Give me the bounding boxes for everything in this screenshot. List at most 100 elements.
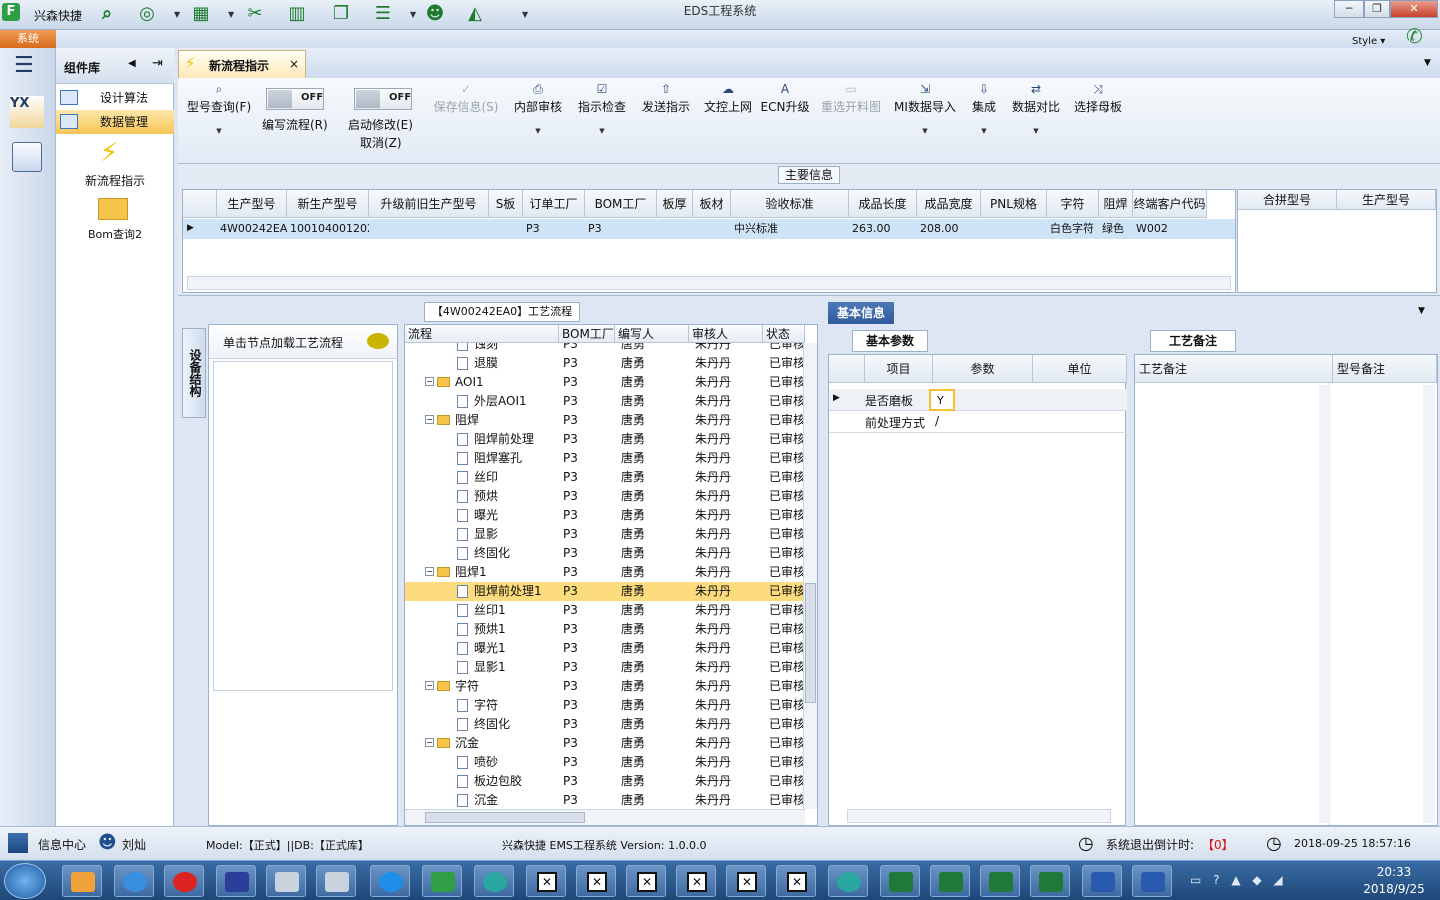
collapse-left-icon[interactable]: ◀ — [128, 58, 136, 69]
taskbar-app[interactable] — [62, 865, 102, 897]
tree-row[interactable]: 丝印1 P3 唐勇 朱丹丹 已审核 — [405, 601, 805, 620]
lightning-icon[interactable]: ⚡ — [100, 138, 118, 168]
tree-node[interactable]: 显影 — [457, 525, 555, 544]
save-info-button[interactable]: ✓ 保存信息(S) — [430, 82, 502, 115]
params-col-param[interactable]: 参数 — [933, 355, 1033, 383]
tree-node[interactable]: − 字符 — [425, 677, 555, 696]
main-col-12[interactable]: 字符 — [1047, 190, 1099, 218]
folder-icon[interactable] — [98, 198, 128, 220]
tree-node[interactable]: 预烘 — [457, 487, 555, 506]
taskbar-app[interactable] — [1082, 865, 1122, 897]
tree-row[interactable]: 曝光1 P3 唐勇 朱丹丹 已审核 — [405, 639, 805, 658]
tree-node[interactable]: − 阻焊1 — [425, 563, 555, 582]
collapse-icon[interactable]: − — [425, 377, 434, 386]
taskbar-app[interactable]: ✕ — [726, 865, 766, 897]
pin-icon[interactable]: ⇥ — [152, 56, 163, 71]
taskbar-app[interactable] — [370, 865, 410, 897]
tab-new-process[interactable]: ⚡ 新流程指示 × — [178, 50, 306, 78]
tree-node[interactable]: 预烘1 — [457, 620, 555, 639]
tree-row[interactable]: − 字符 P3 唐勇 朱丹丹 已审核 — [405, 677, 805, 696]
main-cell-5[interactable]: P3 — [585, 219, 657, 239]
merge-col-0[interactable]: 合拼型号 — [1238, 190, 1337, 210]
tree-node[interactable]: − 阻焊 — [425, 411, 555, 430]
tree-row[interactable]: 显影 P3 唐勇 朱丹丹 已审核 — [405, 525, 805, 544]
main-cell-12[interactable]: 白色字符 — [1047, 219, 1099, 239]
query-button[interactable]: ⌕ 型号查询(F) ▼ — [184, 82, 254, 135]
minimize-button[interactable]: ─ — [1334, 0, 1364, 18]
taskbar-app[interactable] — [474, 865, 514, 897]
tree-node[interactable]: 沉金 — [457, 791, 555, 809]
tree-node[interactable]: 阻焊前处理1 — [457, 582, 555, 601]
main-cell-1[interactable]: 10010400120276 — [287, 219, 369, 239]
ecn-upgrade-button[interactable]: A ECN升级 — [760, 82, 810, 115]
main-cell-6[interactable] — [657, 219, 693, 239]
tree-node[interactable]: 阻焊前处理 — [457, 430, 555, 449]
tree-row[interactable]: − 沉金 P3 唐勇 朱丹丹 已审核 — [405, 734, 805, 753]
tree-col-process[interactable]: 流程 — [405, 325, 559, 343]
model-notes-area[interactable] — [1333, 383, 1437, 825]
calculator-icon[interactable] — [12, 142, 42, 172]
taskbar-app[interactable] — [316, 865, 356, 897]
main-cell-3[interactable] — [489, 219, 523, 239]
tree-vertical-scrollbar[interactable] — [803, 343, 817, 809]
param-value[interactable]: / — [935, 414, 939, 428]
collapse-icon[interactable]: − — [425, 415, 434, 424]
scroll-thumb[interactable] — [805, 583, 816, 703]
main-cell-7[interactable] — [693, 219, 731, 239]
tree-node[interactable]: − 沉金 — [425, 734, 555, 753]
tree-horizontal-scrollbar[interactable] — [405, 809, 805, 825]
tree-row[interactable]: 显影1 P3 唐勇 朱丹丹 已审核 — [405, 658, 805, 677]
main-col-2[interactable]: 升级前旧生产型号 — [369, 190, 489, 218]
reselect-cutting-button[interactable]: ▭ 重选开料图 — [818, 82, 884, 115]
tree-node[interactable]: 曝光1 — [457, 639, 555, 658]
write-process-toggle[interactable]: OFF — [266, 88, 324, 110]
params-horizontal-scrollbar[interactable] — [847, 809, 1111, 823]
collapse-icon[interactable]: − — [425, 567, 434, 576]
internal-review-button[interactable]: ⎙ 内部审核 ▼ — [510, 82, 566, 135]
main-col-13[interactable]: 阻焊 — [1099, 190, 1133, 218]
select-mother-board-button[interactable]: ⤨ 选择母板 — [1070, 82, 1126, 115]
close-button[interactable]: ✕ — [1390, 0, 1438, 18]
taskbar-app[interactable] — [828, 865, 868, 897]
tree-row[interactable]: 喷砂 P3 唐勇 朱丹丹 已审核 — [405, 753, 805, 772]
grid-icon[interactable] — [8, 833, 28, 853]
comp-item-design-algorithm[interactable]: 设计算法 — [56, 86, 174, 110]
tree-row[interactable]: 沉金 P3 唐勇 朱丹丹 已审核 — [405, 791, 805, 809]
tree-row[interactable]: 预烘 P3 唐勇 朱丹丹 已审核 — [405, 487, 805, 506]
taskbar-app[interactable] — [1132, 865, 1172, 897]
modify-toggle[interactable]: OFF — [354, 88, 412, 110]
main-col-4[interactable]: 订单工厂 — [523, 190, 585, 218]
tree-row[interactable]: 蚀刻 P3 唐勇 朱丹丹 已审核 — [405, 343, 805, 354]
tree-node[interactable]: 字符 — [457, 696, 555, 715]
main-col-5[interactable]: BOM工厂 — [585, 190, 657, 218]
main-cell-14[interactable]: W002 — [1133, 219, 1207, 239]
comp-item-data-management[interactable]: 数据管理 — [56, 110, 174, 134]
tree-col-status[interactable]: 状态 — [763, 325, 805, 343]
notes-col-process[interactable]: 工艺备注 — [1135, 355, 1333, 383]
taskbar-app[interactable] — [930, 865, 970, 897]
main-cell-13[interactable]: 绿色 — [1099, 219, 1133, 239]
tree-row[interactable]: 退膜 P3 唐勇 朱丹丹 已审核 — [405, 354, 805, 373]
tab-close-button[interactable]: × — [289, 57, 299, 71]
tab-basic-info[interactable]: 基本信息 — [828, 302, 894, 324]
integrate-button[interactable]: ⇩ 集成 ▼ — [964, 82, 1004, 135]
start-button[interactable] — [4, 863, 46, 899]
main-col-9[interactable]: 成品长度 — [849, 190, 917, 218]
main-col-3[interactable]: S板 — [489, 190, 523, 218]
main-cell-11[interactable] — [981, 219, 1047, 239]
taskbar-app[interactable]: ✕ — [776, 865, 816, 897]
taskbar-app[interactable] — [1030, 865, 1070, 897]
params-col-item[interactable]: 项目 — [865, 355, 933, 383]
style-menu[interactable]: Style ▾ — [1352, 36, 1385, 47]
tree-row[interactable]: 字符 P3 唐勇 朱丹丹 已审核 — [405, 696, 805, 715]
main-cell-4[interactable]: P3 — [523, 219, 585, 239]
tree-row[interactable]: − 阻焊1 P3 唐勇 朱丹丹 已审核 — [405, 563, 805, 582]
param-value-input[interactable]: Y — [929, 389, 955, 411]
system-tab[interactable]: 系统 — [0, 30, 56, 48]
taskbar-time[interactable]: 20:33 — [1352, 865, 1436, 879]
tree-node[interactable]: 曝光 — [457, 506, 555, 525]
main-col-8[interactable]: 验收标准 — [731, 190, 849, 218]
tree-row[interactable]: 丝印 P3 唐勇 朱丹丹 已审核 — [405, 468, 805, 487]
taskbar-date[interactable]: 2018/9/25 — [1352, 882, 1436, 896]
main-col-6[interactable]: 板厚 — [657, 190, 693, 218]
